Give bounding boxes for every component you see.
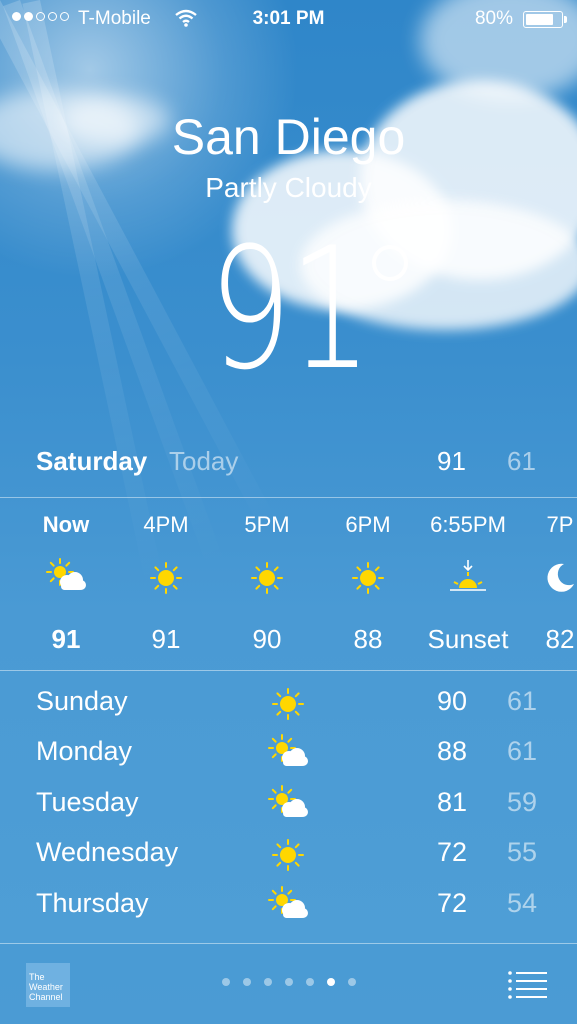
page-dot[interactable] bbox=[263, 978, 272, 986]
day-name: Sunday bbox=[36, 686, 128, 716]
current-temperature: 91 bbox=[0, 225, 577, 393]
battery-nub bbox=[564, 16, 567, 23]
weather-screen: T-Mobile 3:01 PM 80% San Diego Partly Cl… bbox=[0, 0, 577, 1024]
day-icon bbox=[268, 784, 308, 823]
day-high: 72 bbox=[437, 887, 468, 918]
today-low: 61 bbox=[507, 446, 536, 476]
hour-icon bbox=[146, 558, 186, 598]
sun-icon bbox=[272, 839, 304, 872]
day-name: Tuesday bbox=[36, 786, 139, 817]
hour-icon bbox=[540, 558, 577, 598]
daily-row: Sunday 90 61 bbox=[36, 686, 541, 726]
day-low: 55 bbox=[507, 837, 538, 868]
battery-icon bbox=[523, 11, 567, 28]
city-list-button[interactable] bbox=[507, 968, 549, 1000]
partly-cloudy-icon bbox=[46, 558, 86, 590]
day-low: 54 bbox=[507, 887, 538, 918]
hour-icon bbox=[247, 558, 287, 598]
page-indicator[interactable] bbox=[0, 978, 577, 986]
partly-cloudy-icon bbox=[268, 784, 308, 817]
day-icon bbox=[268, 885, 308, 924]
page-dot[interactable] bbox=[221, 978, 230, 986]
day-high: 88 bbox=[437, 736, 468, 767]
day-high: 81 bbox=[437, 786, 468, 817]
divider bbox=[0, 670, 577, 671]
day-icon bbox=[268, 835, 308, 873]
moon-icon bbox=[547, 563, 574, 592]
day-low: 59 bbox=[507, 786, 538, 817]
hour-icon bbox=[348, 558, 388, 598]
sun-icon bbox=[272, 688, 304, 720]
battery-fill bbox=[526, 14, 554, 25]
page-dot[interactable] bbox=[242, 978, 251, 986]
sun-icon bbox=[251, 562, 283, 594]
day-name: Monday bbox=[36, 736, 133, 767]
hour-icon bbox=[448, 558, 488, 598]
list-icon bbox=[508, 971, 547, 999]
today-summary: Saturday Today 91 61 bbox=[36, 446, 541, 486]
today-high: 91 bbox=[437, 446, 466, 476]
battery-percentage: 80% bbox=[474, 8, 513, 29]
hourly-forecast[interactable]: Now 91 4PM 91 5PM 90 6PM 88 6:55PM Sunset 7P … bbox=[0, 498, 577, 670]
day-icon bbox=[268, 734, 308, 772]
daily-row: Monday 88 61 bbox=[36, 734, 541, 776]
day-name: Wednesday bbox=[36, 837, 179, 868]
sun-icon bbox=[150, 562, 182, 594]
hour-temperature: 82 bbox=[545, 624, 575, 654]
daily-row: Wednesday 72 55 bbox=[36, 837, 541, 877]
daily-row: Thursday 72 54 bbox=[36, 885, 541, 928]
today-day-name: Saturday bbox=[36, 446, 148, 476]
temperature-value: 91 bbox=[208, 211, 372, 407]
hour-label: 7P bbox=[546, 512, 574, 537]
page-dot[interactable] bbox=[347, 978, 356, 986]
day-name: Thursday bbox=[36, 887, 149, 918]
day-high: 90 bbox=[437, 686, 468, 716]
hour-icon bbox=[46, 558, 86, 598]
day-low: 61 bbox=[507, 686, 538, 716]
partly-cloudy-icon bbox=[268, 734, 308, 767]
partly-cloudy-icon bbox=[268, 885, 308, 918]
page-dot[interactable] bbox=[326, 978, 335, 986]
logo-text: The Weather Channel bbox=[29, 972, 63, 1002]
day-icon bbox=[268, 684, 308, 722]
current-condition: Partly Cloudy bbox=[205, 172, 372, 203]
status-bar: T-Mobile 3:01 PM 80% bbox=[0, 0, 577, 38]
degree-icon bbox=[372, 245, 408, 281]
page-dot[interactable] bbox=[305, 978, 314, 986]
day-low: 61 bbox=[507, 736, 538, 767]
daily-row: Tuesday 81 59 bbox=[36, 784, 541, 827]
page-dot[interactable] bbox=[284, 978, 293, 986]
sunset-icon bbox=[450, 560, 486, 591]
day-high: 72 bbox=[437, 837, 468, 868]
city-name: San Diego bbox=[171, 109, 406, 165]
today-label: Today bbox=[169, 446, 239, 476]
sun-icon bbox=[352, 562, 384, 594]
